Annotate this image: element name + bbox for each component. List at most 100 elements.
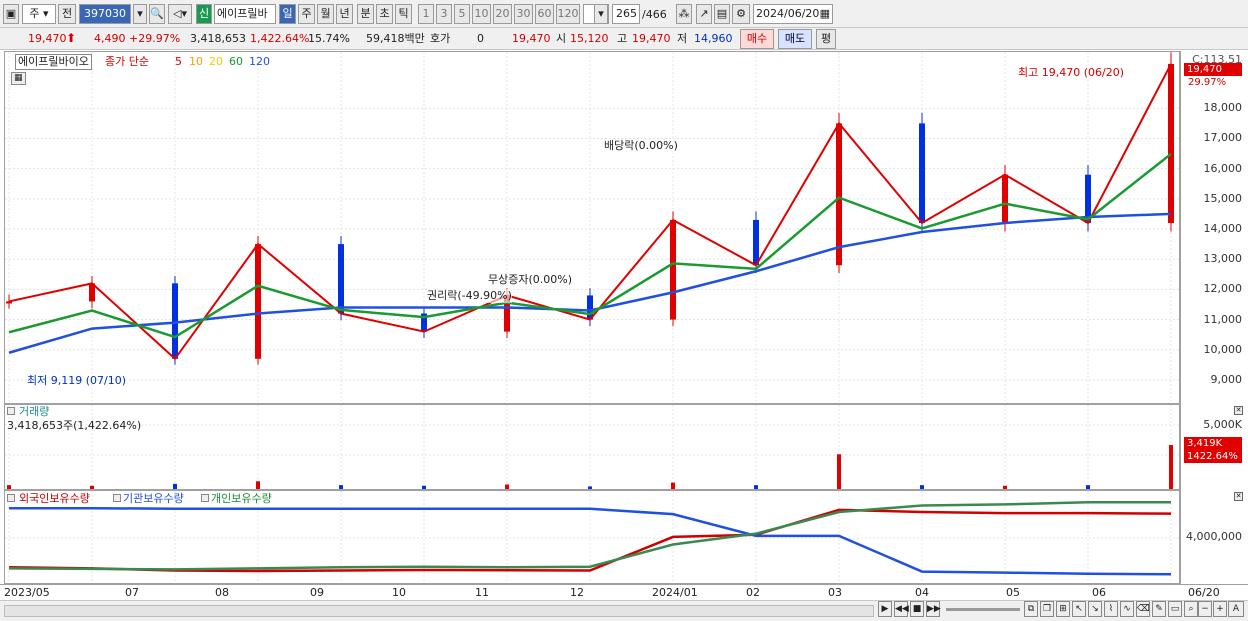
panel-icon[interactable] — [113, 494, 121, 502]
zoom-in-icon[interactable]: + — [1213, 601, 1227, 617]
volume-bar — [1003, 485, 1007, 489]
price-chart-panel[interactable]: 에이프릴바이오 종가 단순 5 10 20 60 120 ▦ 최고 19,470… — [4, 51, 1180, 404]
hoga-value: 0 — [477, 32, 484, 45]
period-tick[interactable]: 틱 — [395, 4, 412, 24]
compare-icon[interactable]: ⊞ — [1056, 601, 1070, 617]
change-rate: +29.97% — [129, 32, 181, 45]
price-tick: 11,000 — [1203, 312, 1243, 326]
minute-1[interactable]: 1 — [418, 4, 434, 24]
x-axis-label: 11 — [475, 586, 489, 599]
chevron-down-icon[interactable]: ▾ — [594, 4, 608, 24]
period-month[interactable]: 월 — [317, 4, 334, 24]
close-icon[interactable]: ✕ — [1234, 406, 1243, 415]
institution-legend: 기관보유수량 — [123, 492, 184, 505]
close-icon[interactable]: ✕ — [1234, 492, 1243, 501]
minute-120[interactable]: 120 — [556, 4, 580, 24]
rewind-icon[interactable]: ◀◀ — [894, 601, 909, 617]
sell-button[interactable]: 매도 — [778, 29, 812, 49]
high-annotation: 최고 19,470 (06/20) — [1018, 66, 1125, 79]
count-input[interactable]: 265 — [612, 4, 640, 24]
ma120-label: 120 — [249, 55, 270, 68]
erase-icon[interactable]: ⌫ — [1136, 601, 1150, 617]
sound-icon[interactable]: ◁▾ — [168, 4, 192, 24]
period-second[interactable]: 초 — [376, 4, 393, 24]
minute-10[interactable]: 10 — [472, 4, 491, 24]
price-tick: 14,000 — [1203, 222, 1243, 236]
period-week[interactable]: 주 — [298, 4, 315, 24]
holdings-panel[interactable]: 외국인보유수량 기관보유수량 개인보유수량 — [4, 490, 1180, 584]
font-size-icon[interactable]: A — [1228, 601, 1244, 617]
magnifier-icon[interactable]: ⌕ — [1184, 601, 1198, 617]
panel-icon[interactable] — [7, 407, 15, 415]
volume-value: 3,418,653 — [190, 32, 246, 45]
low-price: 14,960 — [694, 32, 733, 45]
candle — [338, 244, 344, 314]
institution-line — [9, 506, 1172, 576]
layout-icon[interactable]: ⧉ — [1024, 601, 1038, 617]
current-price: 19,470 — [28, 32, 67, 45]
line-tool-icon[interactable]: ↘ — [1088, 601, 1102, 617]
minute-5[interactable]: 5 — [454, 4, 470, 24]
volume-tag: 3,419K — [1184, 437, 1242, 450]
candle — [919, 123, 925, 223]
hoga-label: 호가 — [430, 32, 451, 45]
x-axis-label: 03 — [828, 586, 842, 599]
x-axis-label: 06/20 — [1188, 586, 1220, 599]
minute-60[interactable]: 60 — [535, 4, 554, 24]
minute-30[interactable]: 30 — [514, 4, 533, 24]
search-icon[interactable]: 🔍 — [149, 4, 165, 24]
scrollbar[interactable] — [4, 605, 874, 617]
avg-button[interactable]: 평 — [816, 29, 836, 49]
volume-bar — [754, 485, 758, 489]
foreign-line — [8, 508, 1172, 573]
zoom-icon[interactable]: ⁂ — [676, 4, 692, 24]
x-axis-label: 2023/05 — [4, 586, 50, 599]
trend-icon[interactable]: ⌇ — [1104, 601, 1118, 617]
crosshair-icon[interactable]: ↖ — [1072, 601, 1086, 617]
stock-name-label[interactable]: 에이프릴바이오 — [15, 54, 92, 70]
copy-icon[interactable]: ❐ — [1040, 601, 1054, 617]
candle — [255, 244, 261, 359]
window-icon[interactable]: ▣ — [3, 4, 19, 24]
panel-icon[interactable] — [201, 494, 209, 502]
market-type-select[interactable]: 주 ▾ — [22, 4, 56, 24]
calendar-icon[interactable]: ▦ — [820, 5, 830, 23]
gear-icon[interactable]: ⚙ — [732, 4, 750, 24]
stock-name-field[interactable]: 에이프릴바 — [214, 4, 276, 24]
period-minute[interactable]: 분 — [357, 4, 374, 24]
period-year[interactable]: 년 — [336, 4, 353, 24]
new-badge: 신 — [196, 4, 212, 24]
scroll-right-icon[interactable]: ▶ — [878, 601, 892, 617]
up-arrow-icon: ⬆ — [66, 31, 77, 45]
chart-tool-icon[interactable]: ↗ — [696, 4, 712, 24]
x-axis-label: 07 — [125, 586, 139, 599]
panel-icon[interactable] — [7, 494, 15, 502]
chevron-down-icon[interactable]: ▾ — [133, 4, 147, 24]
grid-toggle-icon[interactable]: ▭ — [1168, 601, 1182, 617]
stop-icon[interactable]: ■ — [910, 601, 924, 617]
price-tick: 9,000 — [1210, 372, 1243, 386]
zoom-out-icon[interactable]: − — [1198, 601, 1212, 617]
prev-button[interactable]: 전 — [58, 4, 76, 24]
wave-icon[interactable]: ∿ — [1120, 601, 1134, 617]
current-price-tag: 19,470 — [1184, 63, 1242, 76]
candle — [172, 283, 178, 359]
forward-icon[interactable]: ▶▶ — [926, 601, 941, 617]
pen-icon[interactable]: ✎ — [1152, 601, 1166, 617]
buy-button[interactable]: 매수 — [740, 29, 774, 49]
minute-3[interactable]: 3 — [436, 4, 452, 24]
code-input[interactable]: 397030 — [79, 4, 131, 24]
candle — [753, 219, 759, 266]
candle — [836, 123, 842, 266]
volume-chart — [7, 445, 1173, 489]
period-day[interactable]: 일 — [279, 4, 296, 24]
price-tick: 10,000 — [1203, 342, 1243, 356]
volume-value: 3,418,653주(1,422.64%) — [7, 419, 142, 432]
volume-panel[interactable]: 거래량 3,418,653주(1,422.64%) — [4, 404, 1180, 490]
minute-20[interactable]: 20 — [493, 4, 512, 24]
date-input[interactable]: 2024/06/20 ▦ — [753, 4, 833, 24]
volume-bar — [339, 485, 343, 489]
table-icon[interactable]: ▦ — [11, 72, 26, 85]
save-icon[interactable]: ▤ — [714, 4, 730, 24]
zoom-slider[interactable] — [946, 608, 1020, 611]
